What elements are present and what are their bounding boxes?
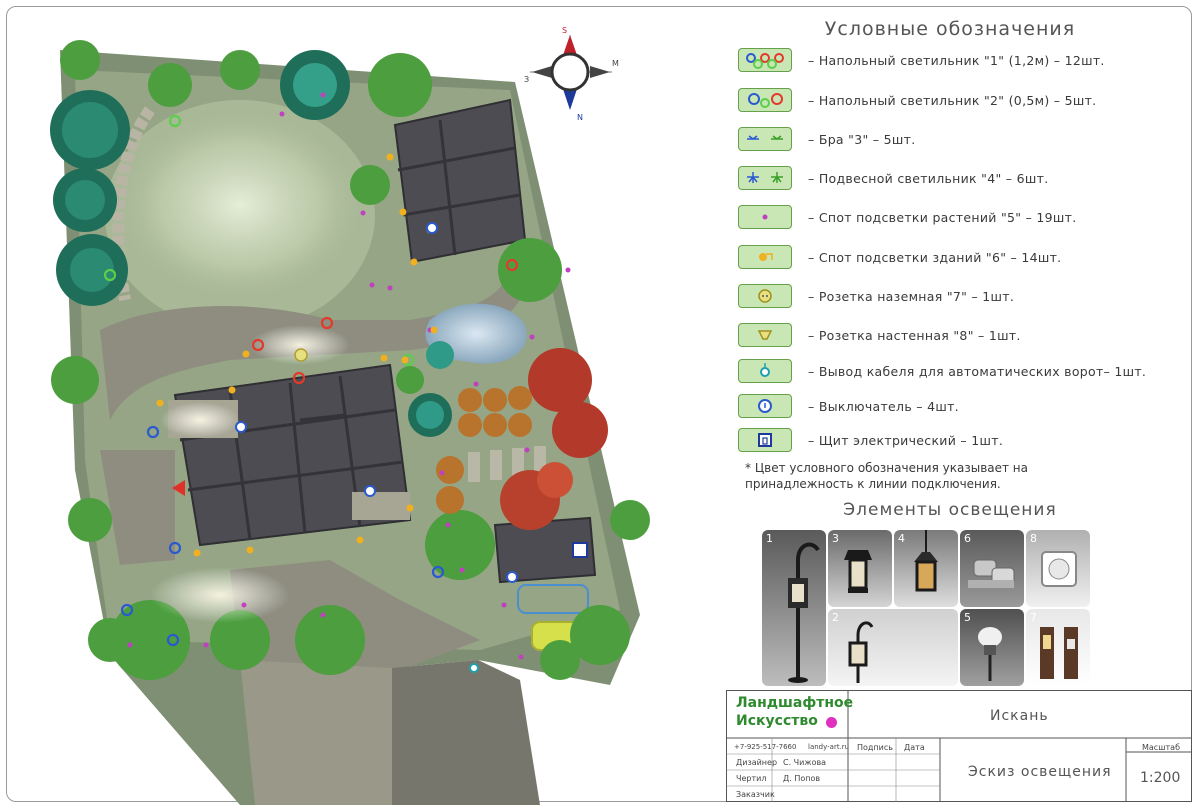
electric-panel-icon bbox=[738, 428, 792, 452]
tile-number: 3 bbox=[832, 532, 839, 545]
element-tile-sconce-3: 3 bbox=[828, 530, 892, 607]
legend-text: – Спот подсветки растений "5" – 19шт. bbox=[808, 209, 1077, 225]
compass-east: М bbox=[612, 59, 619, 68]
site-url: landy-art.ru bbox=[808, 743, 850, 751]
legend-text: – Спот подсветки зданий "6" – 14шт. bbox=[808, 249, 1062, 265]
legend-note-line: * Цвет условного обозначения указывает н… bbox=[745, 461, 1029, 475]
legend-text: – Щит электрический – 1шт. bbox=[808, 432, 1004, 448]
legend-row: – Напольный светильник "2" (0,5м) – 5шт. bbox=[738, 86, 1096, 114]
legend-row: – Бра "3" – 5шт. bbox=[738, 125, 915, 153]
logo-line: Ландшафтное bbox=[736, 695, 854, 711]
legend-text: – Бра "3" – 5шт. bbox=[808, 131, 916, 147]
phone: +7-925-517-7660 bbox=[734, 743, 797, 751]
scale-value: 1:200 bbox=[1140, 770, 1181, 786]
role-name: Д. Попов bbox=[783, 774, 821, 783]
element-tile-spot-6: 6 bbox=[960, 530, 1024, 607]
driveway bbox=[392, 660, 540, 805]
tile-number: 7 bbox=[1030, 611, 1037, 624]
ground-socket-7-icon bbox=[738, 284, 792, 308]
legend-row: – Спот подсветки зданий "6" – 14шт. bbox=[738, 243, 1061, 271]
site-plan: S N З М bbox=[50, 26, 650, 805]
sconce-3-icon bbox=[738, 127, 792, 151]
pendant-4-icon bbox=[738, 166, 792, 190]
date-label: Дата bbox=[904, 743, 925, 752]
legend-row: – Подвесной светильник "4" – 6шт. bbox=[738, 164, 1048, 192]
element-tile-spot-5: 5 bbox=[960, 609, 1024, 686]
legend-row: – Спот подсветки растений "5" – 19шт. bbox=[738, 203, 1077, 231]
legend-row: – Выключатель – 4шт. bbox=[738, 392, 959, 420]
project-name: Искань bbox=[990, 708, 1049, 724]
role-label: Заказчик bbox=[736, 790, 775, 799]
legend-row: – Вывод кабеля для автоматических ворот–… bbox=[738, 357, 1146, 385]
logo-line: Искусство bbox=[736, 713, 818, 729]
legend-title: Условные обозначения bbox=[824, 18, 1076, 40]
legend-row: – Напольный светильник "1" (1,2м) – 12шт… bbox=[738, 46, 1105, 74]
role-label: Чертил bbox=[736, 774, 767, 783]
legend-row: – Розетка настенная "8" – 1шт. bbox=[738, 321, 1021, 349]
role-name: С. Чижова bbox=[783, 758, 827, 767]
scale-label: Масштаб bbox=[1142, 743, 1181, 752]
element-tile-socket-8: 8 bbox=[1026, 530, 1090, 607]
legend-row: – Розетка наземная "7" – 1шт. bbox=[738, 282, 1014, 310]
logo: Ландшафтное Искусство bbox=[730, 693, 853, 735]
floor-lamp-2-icon bbox=[738, 88, 792, 112]
role-label: Дизайнер bbox=[736, 758, 778, 767]
tile-number: 5 bbox=[964, 611, 971, 624]
tile-number: 6 bbox=[964, 532, 971, 545]
wall-socket-8-icon bbox=[738, 323, 792, 347]
legend-text: – Розетка настенная "8" – 1шт. bbox=[808, 327, 1021, 343]
element-tile-bollard-7: 7 bbox=[1026, 609, 1090, 686]
compass-west: З bbox=[524, 75, 529, 84]
tile-number: 1 bbox=[766, 532, 773, 545]
tile-number: 8 bbox=[1030, 532, 1037, 545]
gate-cable-icon bbox=[738, 359, 792, 383]
legend-text: – Подвесной светильник "4" – 6шт. bbox=[808, 170, 1049, 186]
legend-row: – Щит электрический – 1шт. bbox=[738, 426, 1003, 454]
sign-label: Подпись bbox=[857, 743, 893, 752]
legend-text: – Розетка наземная "7" – 1шт. bbox=[808, 288, 1015, 304]
legend-note: * Цвет условного обозначения указывает н… bbox=[745, 460, 1105, 492]
elements-title: Элементы освещения bbox=[843, 500, 1057, 520]
legend-text: – Выключатель – 4шт. bbox=[808, 398, 959, 414]
logo-dot-icon bbox=[826, 717, 837, 728]
legend-text: – Вывод кабеля для автоматических ворот–… bbox=[808, 363, 1147, 379]
guest-house bbox=[393, 98, 527, 264]
plant-spot-5-icon bbox=[738, 205, 792, 229]
building-spot-6-icon bbox=[738, 245, 792, 269]
compass-north: N bbox=[577, 113, 583, 122]
floor-lamp-1-icon bbox=[738, 48, 792, 72]
element-tile-floor-lamp-1: 1 bbox=[762, 530, 826, 686]
tile-number: 4 bbox=[898, 532, 905, 545]
legend-text: – Напольный светильник "1" (1,2м) – 12шт… bbox=[808, 52, 1105, 68]
legend-text: – Напольный светильник "2" (0,5м) – 5шт. bbox=[808, 92, 1097, 108]
switch-icon bbox=[738, 394, 792, 418]
legend-note-line: принадлежность к линии подключения. bbox=[745, 477, 1001, 491]
gate-cable-marker bbox=[469, 663, 479, 673]
element-tile-floor-lamp-2: 2 bbox=[828, 609, 958, 686]
compass-south: S bbox=[562, 26, 567, 35]
element-tile-pendant-4: 4 bbox=[894, 530, 958, 607]
tile-number: 2 bbox=[832, 611, 839, 624]
electric-panel-marker bbox=[572, 542, 588, 558]
sheet-title: Эскиз освещения bbox=[968, 764, 1112, 780]
ground-socket-marker bbox=[294, 348, 308, 362]
compass bbox=[530, 35, 612, 110]
